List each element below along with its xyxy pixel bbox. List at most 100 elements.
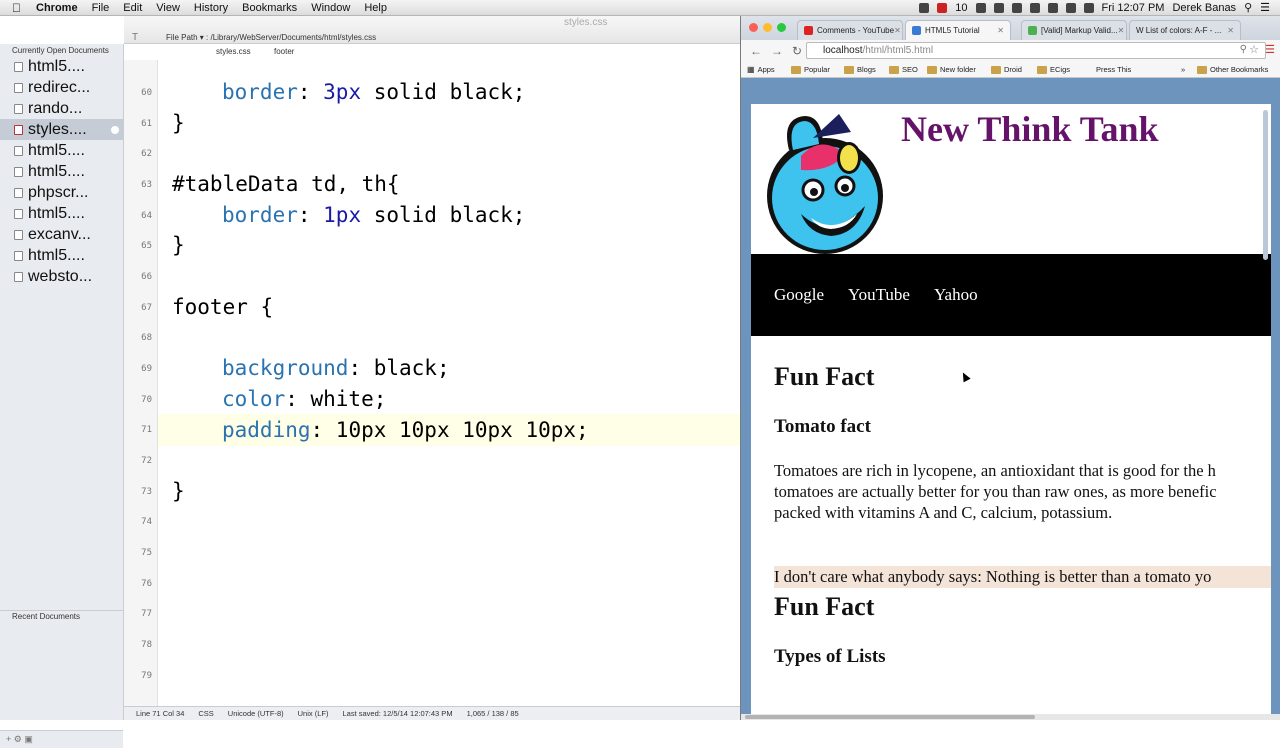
- menubar-clock[interactable]: Fri 12:07 PM: [1102, 2, 1165, 14]
- line-endings-selector[interactable]: Unix (LF): [298, 709, 329, 718]
- back-arrow-icon[interactable]: ←: [750, 44, 762, 58]
- sidebar-actions[interactable]: + ⚙ ▣: [0, 730, 123, 748]
- vertical-scrollbar[interactable]: [1263, 110, 1268, 260]
- search-icon[interactable]: ⚲: [1240, 44, 1247, 55]
- line-number: 60: [141, 88, 152, 98]
- bluetooth-icon[interactable]: [1029, 2, 1040, 13]
- document-item[interactable]: html5....: [0, 161, 123, 182]
- apple-menu-icon[interactable]: : [12, 1, 26, 15]
- notification-center-icon[interactable]: ☰: [1260, 1, 1270, 14]
- bookmark-ecigs[interactable]: ECigs: [1037, 65, 1070, 74]
- bookmark-overflow[interactable]: »: [1181, 65, 1185, 74]
- dropbox-icon[interactable]: [993, 2, 1004, 13]
- minimize-window-button[interactable]: [763, 23, 772, 32]
- reload-icon[interactable]: ↻: [792, 44, 802, 58]
- record-icon[interactable]: [937, 2, 948, 13]
- document-item[interactable]: redirec...: [0, 77, 123, 98]
- spotlight-icon[interactable]: ⚲: [1244, 1, 1252, 14]
- menu-window[interactable]: Window: [311, 2, 350, 14]
- tab-html5-tutorial[interactable]: HTML5 Tutorial ✕: [905, 20, 1011, 40]
- tab-markup-validation[interactable]: [Valid] Markup Valid... ✕: [1021, 20, 1127, 40]
- symbol-selector[interactable]: footer: [274, 47, 294, 56]
- menubar-user[interactable]: Derek Banas: [1172, 2, 1236, 14]
- menu-help[interactable]: Help: [364, 2, 387, 14]
- last-saved: Last saved: 12/5/14 12:07:43 PM: [342, 709, 453, 718]
- language-selector[interactable]: CSS: [198, 709, 213, 718]
- menu-history[interactable]: History: [194, 2, 228, 14]
- document-label: html5....: [28, 246, 85, 264]
- tab-list-of-colors[interactable]: W List of colors: A-F - ... ✕: [1129, 20, 1241, 40]
- web-page-viewport: New Think Tank Google YouTube Yahoo Fun …: [741, 78, 1280, 734]
- code-line[interactable]: }: [172, 479, 185, 503]
- other-bookmarks[interactable]: Other Bookmarks: [1197, 65, 1268, 74]
- line-number: 65: [141, 241, 152, 251]
- code-line[interactable]: color: white;: [222, 387, 386, 411]
- tab-close-icon[interactable]: ✕: [997, 26, 1004, 35]
- code-area[interactable]: border: 3px solid black; } #tableData td…: [158, 60, 740, 710]
- nav-link-yahoo[interactable]: Yahoo: [934, 285, 978, 305]
- nav-link-google[interactable]: Google: [774, 285, 824, 305]
- status-number[interactable]: 10: [955, 2, 967, 14]
- tab-close-icon[interactable]: ✕: [1227, 26, 1234, 35]
- bookmark-blogs[interactable]: Blogs: [844, 65, 876, 74]
- code-line[interactable]: border: 3px solid black;: [222, 80, 525, 104]
- bookmark-press-this[interactable]: Press This: [1083, 65, 1131, 74]
- bookmark-droid[interactable]: Droid: [991, 65, 1022, 74]
- bell-icon[interactable]: [975, 2, 986, 13]
- bookmark-new-folder[interactable]: New folder: [927, 65, 976, 74]
- code-line[interactable]: }: [172, 233, 185, 257]
- line-number: 67: [141, 303, 152, 313]
- address-bar[interactable]: localhost/html/html5.html: [806, 42, 1266, 59]
- text-tool-icon[interactable]: T: [132, 32, 138, 43]
- code-line[interactable]: background: black;: [222, 356, 450, 380]
- wifi-icon[interactable]: [1047, 2, 1058, 13]
- encoding-selector[interactable]: Unicode (UTF-8): [228, 709, 284, 718]
- battery-icon[interactable]: [1083, 2, 1094, 13]
- menu-icon[interactable]: ☰: [1265, 43, 1275, 56]
- forward-arrow-icon[interactable]: →: [771, 44, 783, 58]
- line-number: 64: [141, 211, 152, 221]
- bookmark-popular[interactable]: Popular: [791, 65, 830, 74]
- document-item[interactable]: html5....: [0, 203, 123, 224]
- tab-label: W List of colors: A-F - ...: [1136, 26, 1222, 35]
- clock-icon[interactable]: [1011, 2, 1022, 13]
- cursor-position[interactable]: Line 71 Col 34: [136, 709, 184, 718]
- bookmark-seo[interactable]: SEO: [889, 65, 918, 74]
- folder-icon: [1037, 65, 1047, 74]
- document-label: html5....: [28, 141, 85, 159]
- tab-close-icon[interactable]: ✕: [1118, 26, 1125, 35]
- document-item[interactable]: excanv...: [0, 224, 123, 245]
- document-item[interactable]: html5....: [0, 56, 123, 77]
- drive-icon[interactable]: [919, 2, 930, 13]
- menu-bookmarks[interactable]: Bookmarks: [242, 2, 297, 14]
- close-window-button[interactable]: [749, 23, 758, 32]
- menu-view[interactable]: View: [156, 2, 180, 14]
- nav-link-youtube[interactable]: YouTube: [848, 285, 910, 305]
- zoom-window-button[interactable]: [777, 23, 786, 32]
- document-item[interactable]: html5....: [0, 245, 123, 266]
- tab-close-icon[interactable]: ✕: [894, 26, 901, 35]
- code-line[interactable]: }: [172, 111, 185, 135]
- document-item[interactable]: html5....: [0, 140, 123, 161]
- file-selector[interactable]: styles.css: [216, 47, 251, 56]
- code-line[interactable]: footer {: [172, 295, 273, 319]
- css-property: background: [222, 356, 349, 380]
- menu-app-chrome[interactable]: Chrome: [36, 2, 78, 14]
- star-icon[interactable]: ☆: [1249, 43, 1259, 56]
- code-line-current[interactable]: padding: 10px 10px 10px 10px;: [158, 414, 740, 446]
- code-line[interactable]: #tableData td, th{: [172, 172, 400, 196]
- menu-edit[interactable]: Edit: [123, 2, 142, 14]
- document-item[interactable]: websto...: [0, 266, 123, 287]
- code-line[interactable]: border: 1px solid black;: [222, 203, 525, 227]
- document-item[interactable]: phpscr...: [0, 182, 123, 203]
- bookmark-apps[interactable]: ▦ Apps: [747, 65, 775, 74]
- document-item-selected[interactable]: styles....: [0, 119, 123, 140]
- scrollbar-thumb[interactable]: [745, 715, 1035, 719]
- horizontal-scrollbar[interactable]: [741, 714, 1280, 720]
- menu-file[interactable]: File: [92, 2, 110, 14]
- file-path-label[interactable]: File Path ▾ : /Library/WebServer/Documen…: [166, 33, 376, 42]
- document-item[interactable]: rando...: [0, 98, 123, 119]
- navigation-bar: styles.css footer: [124, 46, 740, 57]
- tab-comments-youtube[interactable]: Comments - YouTube ✕: [797, 20, 903, 40]
- volume-icon[interactable]: [1065, 2, 1076, 13]
